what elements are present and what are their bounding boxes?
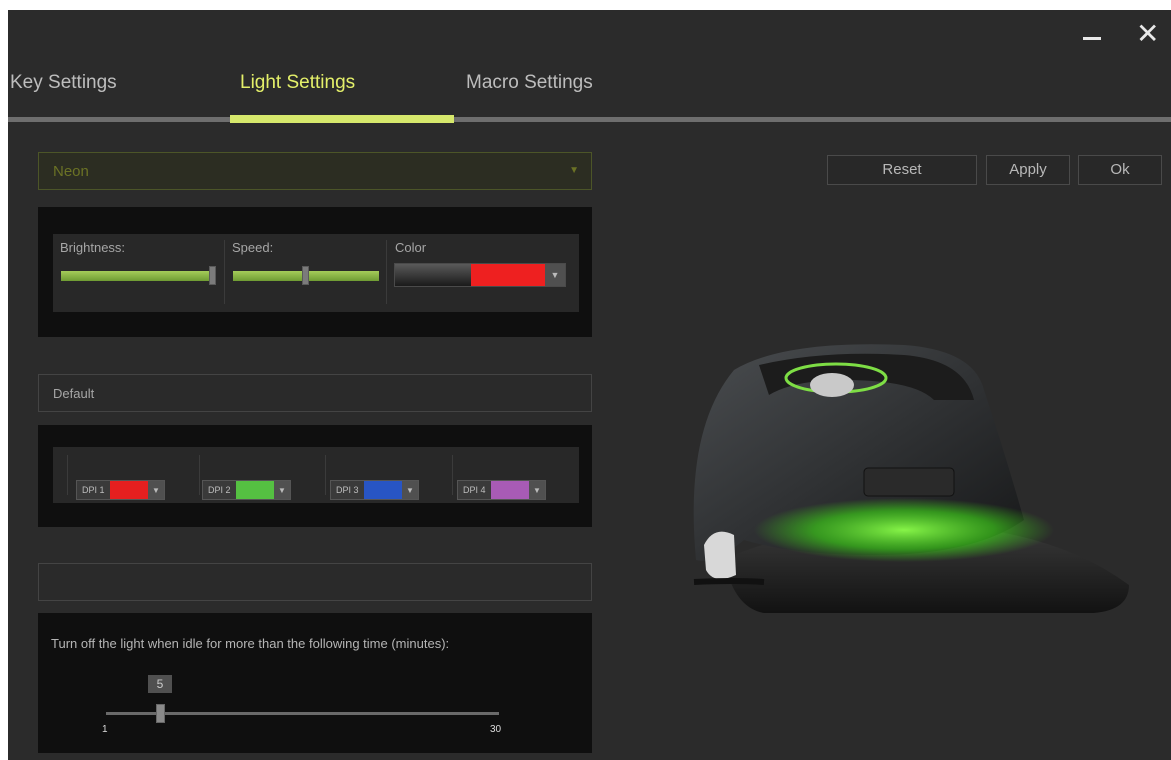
dpi-1-swatch (110, 481, 148, 499)
dpi-3-color-picker[interactable]: DPI 3 ▼ (330, 480, 419, 500)
light-settings-panel: Brightness: Speed: Color ▼ (38, 207, 592, 337)
dpi-2-color-picker[interactable]: DPI 2 ▼ (202, 480, 291, 500)
chevron-down-icon[interactable]: ▼ (274, 481, 290, 499)
dpi-2-swatch (236, 481, 274, 499)
chevron-down-icon[interactable]: ▼ (545, 264, 565, 286)
adjust-dial (704, 531, 736, 579)
apply-button[interactable]: Apply (986, 155, 1070, 185)
dpi-4-swatch (491, 481, 529, 499)
dpi-3-swatch (364, 481, 402, 499)
idle-slider-thumb[interactable] (156, 704, 165, 723)
dpi-1-label: DPI 1 (77, 481, 110, 499)
chevron-down-icon[interactable]: ▼ (402, 481, 418, 499)
effect-select[interactable]: Neon ▼ (38, 152, 592, 190)
close-button[interactable]: ✕ (1136, 20, 1159, 48)
tab-key-settings[interactable]: Key Settings (10, 72, 117, 94)
ok-button[interactable]: Ok (1078, 155, 1162, 185)
idle-description: Turn off the light when idle for more th… (51, 636, 450, 651)
mouse-image (693, 344, 1129, 613)
app-window: ✕ Key Settings Light Settings Macro Sett… (8, 10, 1171, 760)
scroll-wheel (810, 373, 854, 397)
dpi-4-label: DPI 4 (458, 481, 491, 499)
chevron-down-icon[interactable]: ▼ (529, 481, 545, 499)
dpi-1-color-picker[interactable]: DPI 1 ▼ (76, 480, 165, 500)
divider (452, 455, 453, 495)
empty-bar (38, 563, 592, 601)
effect-select-value: Neon (53, 163, 89, 180)
idle-panel: Turn off the light when idle for more th… (38, 613, 592, 753)
base-glow (754, 498, 1054, 562)
color-label: Color (395, 240, 427, 255)
color-picker[interactable]: ▼ (394, 263, 566, 287)
tab-macro-settings[interactable]: Macro Settings (466, 72, 593, 94)
divider (325, 455, 326, 495)
color-swatch (471, 264, 545, 286)
minimize-button[interactable] (1083, 37, 1101, 40)
profile-name: Default (53, 386, 95, 401)
divider (386, 240, 387, 304)
brightness-slider-thumb[interactable] (209, 266, 216, 285)
dpi-2-label: DPI 2 (203, 481, 236, 499)
dpi-4-color-picker[interactable]: DPI 4 ▼ (457, 480, 546, 500)
dpi-3-label: DPI 3 (331, 481, 364, 499)
divider (67, 455, 68, 495)
idle-value-badge: 5 (148, 675, 172, 693)
tab-bar (8, 117, 1171, 122)
speed-slider-thumb[interactable] (302, 266, 309, 285)
idle-max-label: 30 (490, 724, 502, 735)
divider (224, 240, 225, 304)
color-gradient-swatch (395, 264, 471, 286)
side-buttons (863, 467, 955, 497)
reset-button[interactable]: Reset (827, 155, 977, 185)
dpi-panel (38, 425, 592, 527)
divider (199, 455, 200, 495)
brightness-label: Brightness: (60, 240, 126, 255)
chevron-down-icon[interactable]: ▼ (148, 481, 164, 499)
light-controls: Brightness: Speed: Color ▼ (53, 234, 579, 312)
profile-bar[interactable]: Default (38, 374, 592, 412)
chevron-down-icon: ▼ (569, 165, 579, 176)
brightness-slider[interactable] (61, 271, 213, 281)
idle-min-label: 1 (102, 724, 108, 735)
mouse-cable (693, 578, 765, 585)
tab-light-settings[interactable]: Light Settings (240, 72, 355, 94)
speed-label: Speed: (232, 240, 274, 255)
active-tab-indicator (230, 115, 454, 123)
